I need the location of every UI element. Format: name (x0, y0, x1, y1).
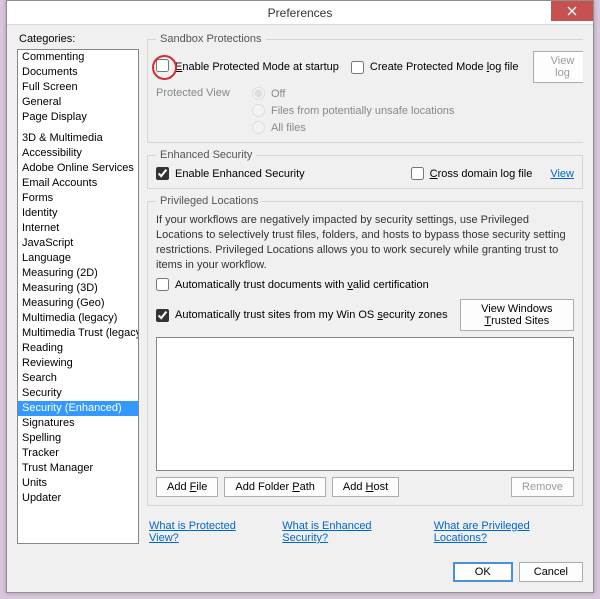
category-item[interactable]: Search (18, 371, 138, 386)
category-item[interactable]: Trust Manager (18, 461, 138, 476)
auto-trust-docs-checkbox[interactable] (156, 278, 169, 291)
category-item[interactable]: General (18, 95, 138, 110)
pv-all-radio[interactable] (252, 121, 265, 134)
category-item[interactable]: Tracker (18, 446, 138, 461)
create-log-checkbox[interactable] (351, 61, 364, 74)
protected-view-label: Protected View (156, 87, 244, 99)
category-item[interactable]: Page Display (18, 110, 138, 125)
enhanced-security-group: Enhanced Security Enable Enhanced Securi… (147, 149, 583, 189)
pv-unsafe-label[interactable]: Files from potentially unsafe locations (271, 105, 454, 117)
privileged-locations-group: Privileged Locations If your workflows a… (147, 195, 583, 506)
category-item[interactable]: Updater (18, 491, 138, 506)
create-log-label[interactable]: Create Protected Mode log file (370, 61, 519, 73)
view-trusted-sites-button[interactable]: View Windows Trusted Sites (460, 299, 574, 331)
category-item[interactable]: Security (18, 386, 138, 401)
category-item[interactable]: Signatures (18, 416, 138, 431)
pv-off-radio[interactable] (252, 87, 265, 100)
category-item[interactable]: JavaScript (18, 236, 138, 251)
category-list[interactable]: CommentingDocumentsFull ScreenGeneralPag… (17, 49, 139, 544)
ok-button[interactable]: OK (453, 562, 513, 582)
category-item[interactable]: Identity (18, 206, 138, 221)
category-item[interactable]: Forms (18, 191, 138, 206)
category-item[interactable]: Multimedia (legacy) (18, 311, 138, 326)
auto-trust-docs-label[interactable]: Automatically trust documents with valid… (175, 279, 429, 291)
pv-all-label[interactable]: All files (271, 122, 306, 134)
category-item[interactable]: Email Accounts (18, 176, 138, 191)
enable-protected-mode-checkbox[interactable] (156, 59, 169, 72)
preferences-dialog: Preferences Categories: CommentingDocume… (6, 0, 594, 593)
category-item[interactable]: Accessibility (18, 146, 138, 161)
pv-off-label[interactable]: Off (271, 88, 285, 100)
privileged-locations-list[interactable] (156, 337, 574, 471)
enable-enhanced-checkbox[interactable] (156, 167, 169, 180)
category-item[interactable]: Reviewing (18, 356, 138, 371)
pv-unsafe-radio[interactable] (252, 104, 265, 117)
category-item[interactable]: Measuring (2D) (18, 266, 138, 281)
cancel-button[interactable]: Cancel (519, 562, 583, 582)
titlebar: Preferences (7, 1, 593, 25)
add-host-button[interactable]: Add Host (332, 477, 399, 497)
help-enhanced-security-link[interactable]: What is Enhanced Security? (282, 520, 417, 544)
category-item[interactable]: Measuring (3D) (18, 281, 138, 296)
protected-mode-highlight (156, 59, 169, 75)
category-item[interactable]: Security (Enhanced) (18, 401, 138, 416)
categories-label: Categories: (19, 33, 139, 45)
add-file-button[interactable]: Add File (156, 477, 218, 497)
sandbox-protections-group: Sandbox Protections Enable Protected Mod… (147, 33, 583, 143)
enable-protected-mode-label[interactable]: Enable Protected Mode at startup (175, 61, 339, 73)
category-item[interactable]: 3D & Multimedia (18, 131, 138, 146)
close-button[interactable] (551, 1, 593, 21)
category-item[interactable]: Reading (18, 341, 138, 356)
help-protected-view-link[interactable]: What is Protected View? (149, 520, 266, 544)
category-item[interactable]: Spelling (18, 431, 138, 446)
view-log-button[interactable]: View log (533, 51, 584, 83)
enable-enhanced-label[interactable]: Enable Enhanced Security (175, 168, 305, 180)
priv-legend: Privileged Locations (156, 195, 262, 207)
window-title: Preferences (268, 6, 333, 20)
category-item[interactable]: Internet (18, 221, 138, 236)
category-item[interactable]: Documents (18, 65, 138, 80)
category-item[interactable]: Full Screen (18, 80, 138, 95)
remove-button[interactable]: Remove (511, 477, 574, 497)
category-item[interactable]: Units (18, 476, 138, 491)
add-folder-button[interactable]: Add Folder Path (224, 477, 326, 497)
auto-trust-sites-label[interactable]: Automatically trust sites from my Win OS… (175, 309, 448, 321)
sandbox-legend: Sandbox Protections (156, 33, 266, 45)
enhanced-legend: Enhanced Security (156, 149, 256, 161)
help-privileged-locations-link[interactable]: What are Privileged Locations? (434, 520, 583, 544)
category-item[interactable]: Language (18, 251, 138, 266)
cross-domain-label[interactable]: Cross domain log file (430, 168, 533, 180)
close-icon (567, 6, 577, 16)
view-link[interactable]: View (550, 168, 574, 180)
category-item[interactable]: Measuring (Geo) (18, 296, 138, 311)
priv-help-text: If your workflows are negatively impacte… (156, 213, 574, 272)
cross-domain-checkbox[interactable] (411, 167, 424, 180)
category-item[interactable]: Commenting (18, 50, 138, 65)
category-item[interactable]: Adobe Online Services (18, 161, 138, 176)
auto-trust-sites-checkbox[interactable] (156, 309, 169, 322)
category-item[interactable]: Multimedia Trust (legacy) (18, 326, 138, 341)
